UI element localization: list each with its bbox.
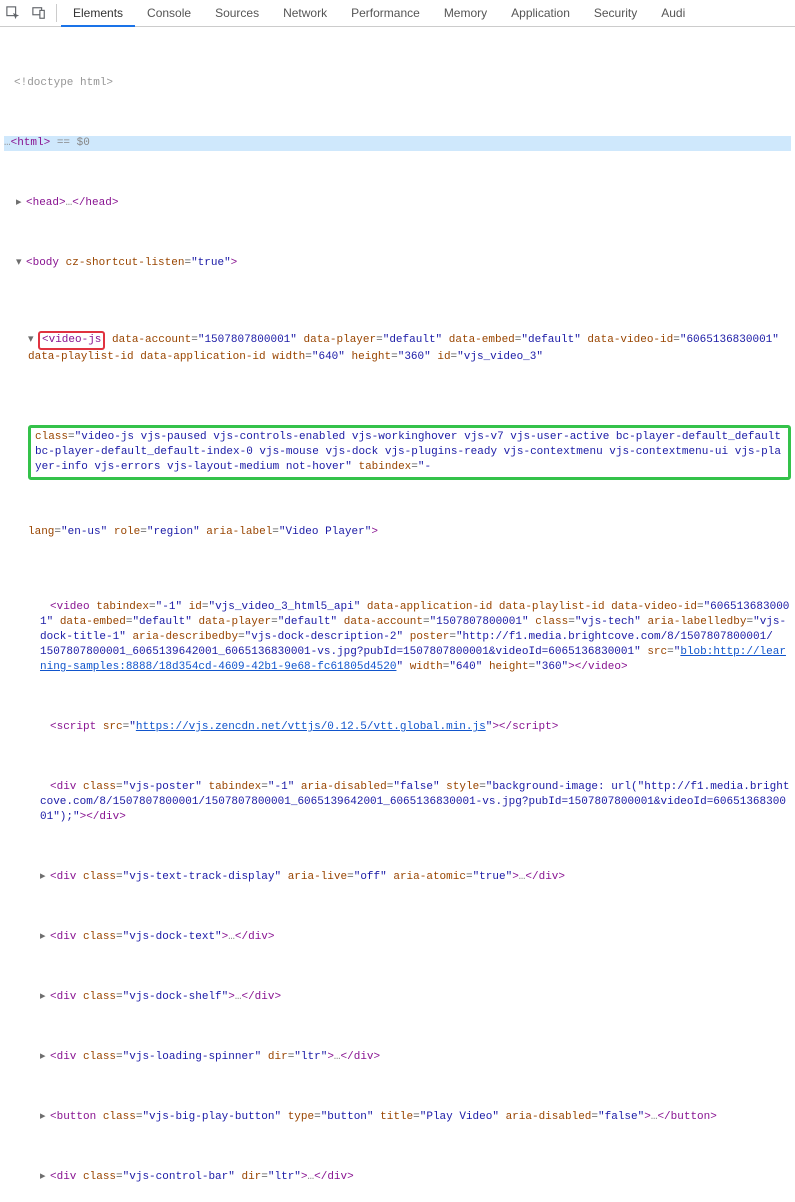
tab-elements[interactable]: Elements [61,0,135,27]
tabs: Elements Console Sources Network Perform… [61,0,697,26]
tab-memory[interactable]: Memory [432,0,499,26]
device-toolbar-icon[interactable] [26,0,52,26]
tab-console[interactable]: Console [135,0,203,26]
html-node[interactable]: …<html> == $0 [4,136,791,151]
vttjs-script-node[interactable]: <script src="https://vjs.zencdn.net/vttj… [4,720,791,735]
video-js-node[interactable]: ▾<video-js data-account="1507807800001" … [4,331,791,365]
tab-application[interactable]: Application [499,0,582,26]
separator [56,4,57,22]
head-node[interactable]: ▸<head>…</head> [4,196,791,211]
video-element-node[interactable]: <video tabindex="-1" id="vjs_video_3_htm… [4,600,791,675]
vjs-dock-shelf-node[interactable]: ▸<div class="vjs-dock-shelf">…</div> [4,990,791,1005]
vjs-control-bar-node[interactable]: ▸<div class="vjs-control-bar" dir="ltr">… [4,1170,791,1185]
vjs-big-play-button-node[interactable]: ▸<button class="vjs-big-play-button" typ… [4,1110,791,1125]
tab-audits[interactable]: Audi [649,0,697,26]
tab-sources[interactable]: Sources [203,0,271,26]
video-js-attrs-tail[interactable]: lang="en-us" role="region" aria-label="V… [4,525,791,540]
elements-dom-tree[interactable]: <!doctype html> …<html> == $0 ▸<head>…</… [0,27,795,1202]
inspect-icon[interactable] [0,0,26,26]
vjs-dock-text-node[interactable]: ▸<div class="vjs-dock-text">…</div> [4,930,791,945]
vjs-text-track-display-node[interactable]: ▸<div class="vjs-text-track-display" ari… [4,870,791,885]
vjs-loading-spinner-node[interactable]: ▸<div class="vjs-loading-spinner" dir="l… [4,1050,791,1065]
doctype-node[interactable]: <!doctype html> [4,76,791,91]
tab-network[interactable]: Network [271,0,339,26]
video-js-class-attr[interactable]: class="video-js vjs-paused vjs-controls-… [28,425,791,480]
tab-security[interactable]: Security [582,0,649,26]
vttjs-src-link[interactable]: https://vjs.zencdn.net/vttjs/0.12.5/vtt.… [136,721,486,733]
body-node[interactable]: ▾<body cz-shortcut-listen="true"> [4,256,791,271]
tab-performance[interactable]: Performance [339,0,432,26]
devtools-tab-bar: Elements Console Sources Network Perform… [0,0,795,27]
vjs-poster-node[interactable]: <div class="vjs-poster" tabindex="-1" ar… [4,780,791,825]
